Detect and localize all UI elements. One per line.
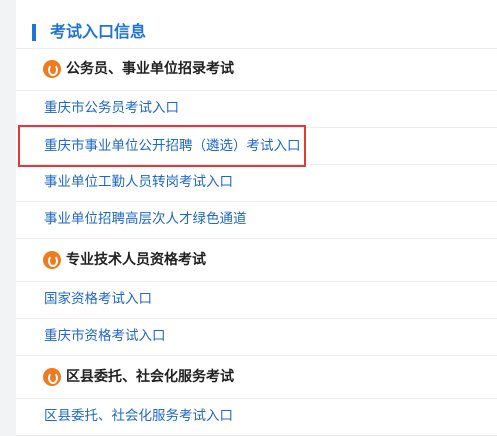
list-item: 事业单位招聘高层次人才绿色通道 xyxy=(16,202,497,239)
link-national-qualification-exam[interactable]: 国家资格考试入口 xyxy=(44,288,152,310)
section-district-entrusted: 区县委托、社会化服务考试 xyxy=(16,356,497,399)
link-cq-qualification-exam[interactable]: 重庆市资格考试入口 xyxy=(44,325,166,347)
link-high-level-talent-channel[interactable]: 事业单位招聘高层次人才绿色通道 xyxy=(44,208,247,230)
list-item: 国家资格考试入口 xyxy=(16,282,497,319)
section-title: 专业技术人员资格考试 xyxy=(66,252,206,268)
orange-circle-icon xyxy=(43,368,61,386)
header-accent-bar xyxy=(32,24,36,41)
link-cq-civil-servant-exam[interactable]: 重庆市公务员考试入口 xyxy=(44,97,179,119)
exam-entry-panel: 考试入口信息 公务员、事业单位招录考试 重庆市公务员考试入口 重庆市事业单位公开… xyxy=(16,0,497,436)
highlight-box xyxy=(18,125,306,167)
link-worker-transfer-exam[interactable]: 事业单位工勤人员转岗考试入口 xyxy=(44,171,233,193)
section-civil-servant: 公务员、事业单位招录考试 xyxy=(16,48,497,91)
list-item: 重庆市公务员考试入口 xyxy=(16,91,497,128)
orange-circle-icon xyxy=(43,60,61,78)
orange-circle-icon xyxy=(43,251,61,269)
list-item: 重庆市资格考试入口 xyxy=(16,319,497,356)
list-item: 区县委托、社会化服务考试入口 xyxy=(16,399,497,436)
section-professional-qualification: 专业技术人员资格考试 xyxy=(16,239,497,282)
link-district-social-service-exam[interactable]: 区县委托、社会化服务考试入口 xyxy=(44,405,233,427)
panel-header: 考试入口信息 xyxy=(16,0,497,49)
list-item: 事业单位工勤人员转岗考试入口 xyxy=(16,165,497,202)
section-title: 区县委托、社会化服务考试 xyxy=(66,369,234,385)
panel-title: 考试入口信息 xyxy=(50,22,147,41)
section-title: 公务员、事业单位招录考试 xyxy=(66,61,234,77)
